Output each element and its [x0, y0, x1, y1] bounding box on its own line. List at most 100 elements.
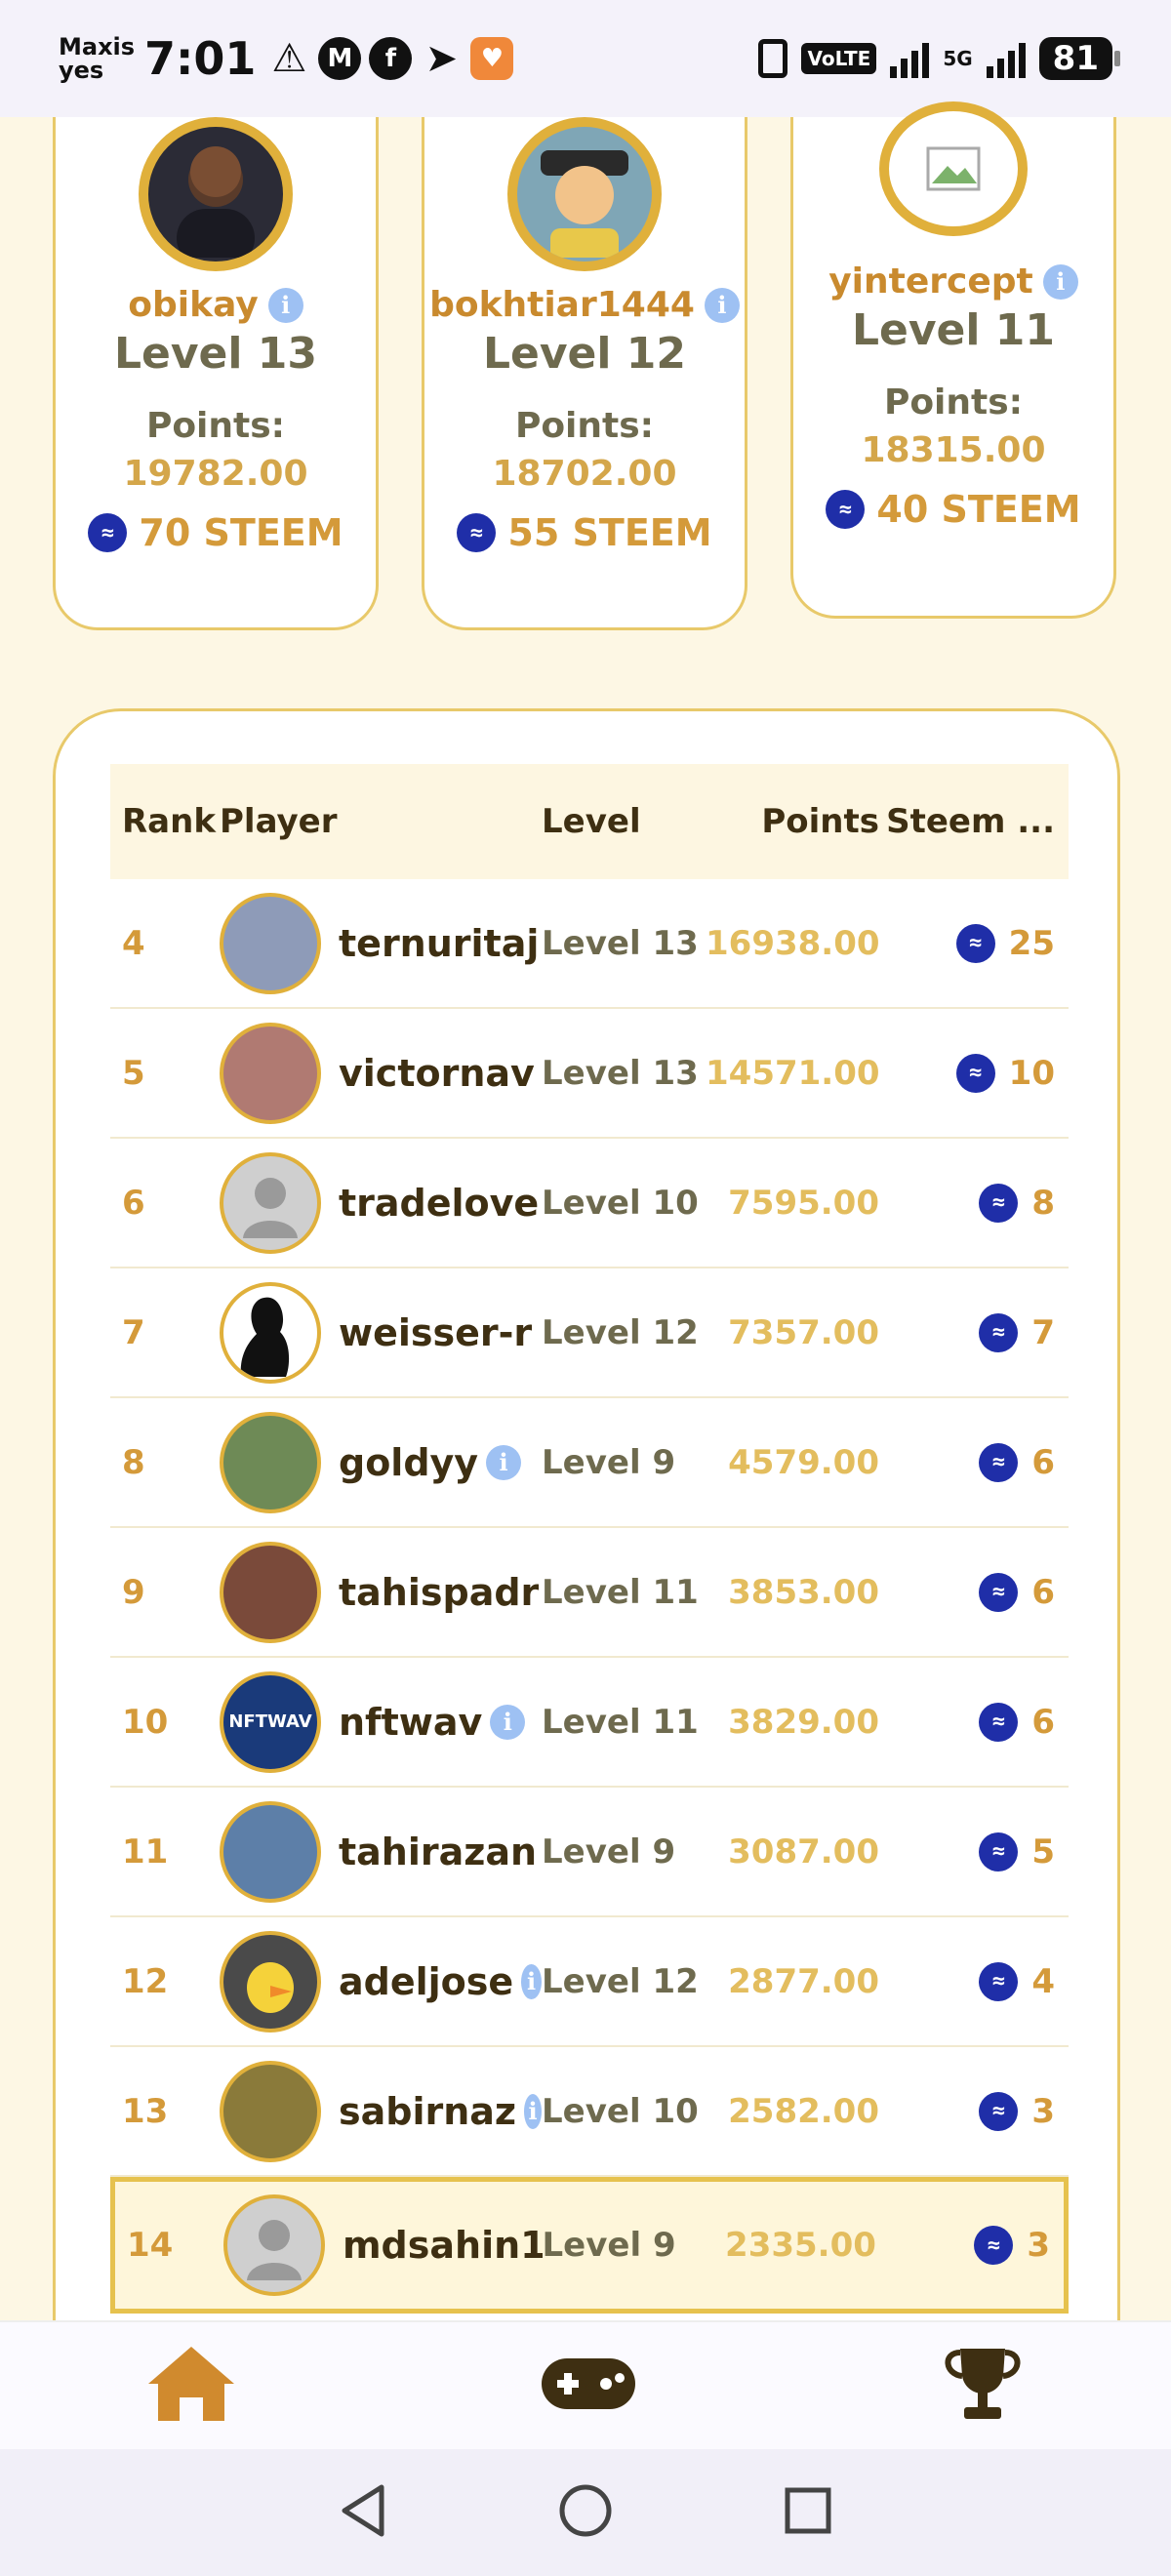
header-points[interactable]: Points: [706, 802, 879, 841]
telegram-icon: ➤: [424, 36, 459, 81]
player-name[interactable]: tradelove: [339, 1182, 539, 1225]
avatar: [507, 117, 662, 271]
warning-icon: ⚠: [271, 36, 307, 81]
gamepad-icon[interactable]: [540, 2355, 637, 2417]
table-row[interactable]: 7 weisser-r Level 12 7357.00 ≈7: [110, 1268, 1069, 1398]
points-cell: 7357.00: [728, 1312, 879, 1352]
player-cell[interactable]: adeljose i: [220, 1930, 542, 2033]
points-value: 18315.00: [861, 430, 1046, 470]
top-player-card-3[interactable]: yintercept i Level 11 Points: 18315.00 ≈4…: [790, 101, 1116, 619]
player-name[interactable]: adeljose i: [339, 1960, 542, 2003]
table-row[interactable]: 12 adeljose i Level 12 2877.00 ≈4: [110, 1917, 1069, 2047]
table-row[interactable]: 8 goldyy i Level 9 4579.00 ≈6: [110, 1398, 1069, 1528]
rank-cell: 10: [122, 1702, 169, 1742]
top-player-card-2[interactable]: bokhtiar1444 i Level 12 Points: 18702.00 …: [422, 117, 747, 630]
5g-label: 5G: [943, 47, 973, 70]
home-icon[interactable]: [144, 2343, 238, 2429]
default-avatar-icon: [222, 2194, 325, 2296]
player-cell[interactable]: victornav: [220, 1022, 542, 1124]
player-cell[interactable]: goldyy i: [220, 1411, 542, 1513]
signal-icon: [890, 39, 930, 78]
info-icon[interactable]: i: [267, 287, 303, 323]
info-icon[interactable]: i: [704, 287, 740, 323]
clock: 7:01: [144, 32, 257, 85]
steem-cell: ≈8: [879, 1183, 1069, 1223]
steem-icon: ≈: [826, 490, 866, 529]
header-steem[interactable]: Steem ...: [879, 802, 1069, 841]
info-icon[interactable]: i: [486, 1444, 522, 1480]
player-name[interactable]: mdsahin11: [343, 2224, 543, 2267]
player-name[interactable]: ternuritaj: [339, 922, 539, 965]
info-icon[interactable]: i: [521, 1963, 542, 1999]
table-row[interactable]: 9 tahispadr Level 11 3853.00 ≈6: [110, 1528, 1069, 1658]
player-name[interactable]: goldyy i: [339, 1441, 522, 1484]
table-row[interactable]: 5 victornav Level 13 14571.00 ≈10: [110, 1009, 1069, 1139]
player-cell[interactable]: tradelove: [220, 1151, 542, 1254]
player-cell[interactable]: mdsahin11: [222, 2194, 543, 2296]
player-name[interactable]: bokhtiar1444 i: [424, 285, 745, 325]
signal-icon-2: [986, 39, 1026, 78]
points-cell: 16938.00: [706, 923, 880, 963]
player-level: Level 11: [851, 305, 1056, 355]
rank-cell: 7: [122, 1312, 145, 1352]
rank-cell: 13: [122, 2091, 169, 2131]
player-name[interactable]: tahirazan: [339, 1831, 537, 1873]
points-cell: 3853.00: [728, 1572, 879, 1612]
table-row[interactable]: 6 tradelove Level 10 7595.00 ≈8: [110, 1139, 1069, 1268]
header-rank[interactable]: Rank: [110, 802, 220, 841]
level-cell: Level 12: [542, 1312, 699, 1352]
level-cell: Level 9: [542, 1831, 676, 1872]
top-player-card-1[interactable]: obikay i Level 13 Points: 19782.00 ≈70 ST…: [53, 117, 379, 630]
rank-cell: 5: [122, 1053, 145, 1093]
header-level[interactable]: Level: [542, 802, 706, 841]
back-icon[interactable]: [339, 2483, 387, 2542]
bottom-nav: [0, 2320, 1171, 2449]
steem-reward: ≈55 STEEM: [424, 511, 745, 554]
table-row[interactable]: 13 sabirnaz i Level 10 2582.00 ≈3: [110, 2047, 1069, 2177]
player-cell[interactable]: NFTWAV nftwav i: [220, 1670, 542, 1773]
steem-icon: ≈: [979, 1183, 1019, 1223]
default-avatar-icon: [220, 1151, 321, 1254]
player-cell[interactable]: tahirazan: [220, 1800, 542, 1903]
table-row[interactable]: 4 ternuritaj Level 13 16938.00 ≈25: [110, 879, 1069, 1009]
player-cell[interactable]: tahispadr: [220, 1541, 542, 1643]
avatar: [220, 2060, 321, 2162]
leaderboard-table: Rank Player Level Points Steem ... 4 ter…: [110, 764, 1069, 2314]
table-row[interactable]: 10 NFTWAV nftwav i Level 11 3829.00 ≈6: [110, 1658, 1069, 1788]
recents-icon[interactable]: [784, 2486, 832, 2539]
player-name[interactable]: sabirnaz i: [339, 2090, 542, 2133]
points-cell: 3829.00: [728, 1702, 879, 1742]
steem-icon: ≈: [88, 513, 128, 552]
steem-icon: ≈: [457, 513, 497, 552]
info-icon[interactable]: i: [490, 1704, 526, 1740]
level-cell: Level 10: [542, 1183, 699, 1223]
steem-cell: ≈6: [879, 1702, 1069, 1742]
player-name[interactable]: yintercept i: [793, 262, 1113, 302]
table-row[interactable]: 11 tahirazan Level 9 3087.00 ≈5: [110, 1788, 1069, 1917]
player-name[interactable]: obikay i: [56, 285, 376, 325]
vibrate-icon: [758, 39, 788, 78]
player-name[interactable]: weisser-r: [339, 1311, 532, 1354]
avatar: [220, 892, 321, 994]
info-icon[interactable]: i: [524, 2093, 542, 2129]
current-user-row[interactable]: 14 mdsahin11 Level 9 2335.00 ≈3: [110, 2177, 1069, 2314]
carrier: Maxis yes: [59, 35, 137, 82]
player-name[interactable]: victornav: [339, 1052, 535, 1095]
player-name[interactable]: nftwav i: [339, 1701, 526, 1744]
steem-cell: ≈10: [879, 1053, 1069, 1093]
player-cell[interactable]: weisser-r: [220, 1281, 542, 1384]
avatar-placeholder: [879, 101, 1028, 236]
player-cell[interactable]: sabirnaz i: [220, 2060, 542, 2162]
avatar: [220, 1930, 321, 2033]
points-value: 18702.00: [492, 454, 677, 494]
player-cell[interactable]: ternuritaj: [220, 892, 542, 994]
level-cell: Level 12: [542, 1961, 699, 2001]
player-name[interactable]: tahispadr: [339, 1571, 539, 1614]
steem-icon: ≈: [979, 1572, 1019, 1612]
rank-cell: 14: [127, 2226, 174, 2265]
carrier-line1: Maxis: [59, 33, 136, 60]
home-circle-icon[interactable]: [558, 2483, 613, 2542]
info-icon[interactable]: i: [1042, 263, 1078, 300]
trophy-icon[interactable]: [939, 2345, 1027, 2427]
header-player[interactable]: Player: [220, 802, 542, 841]
